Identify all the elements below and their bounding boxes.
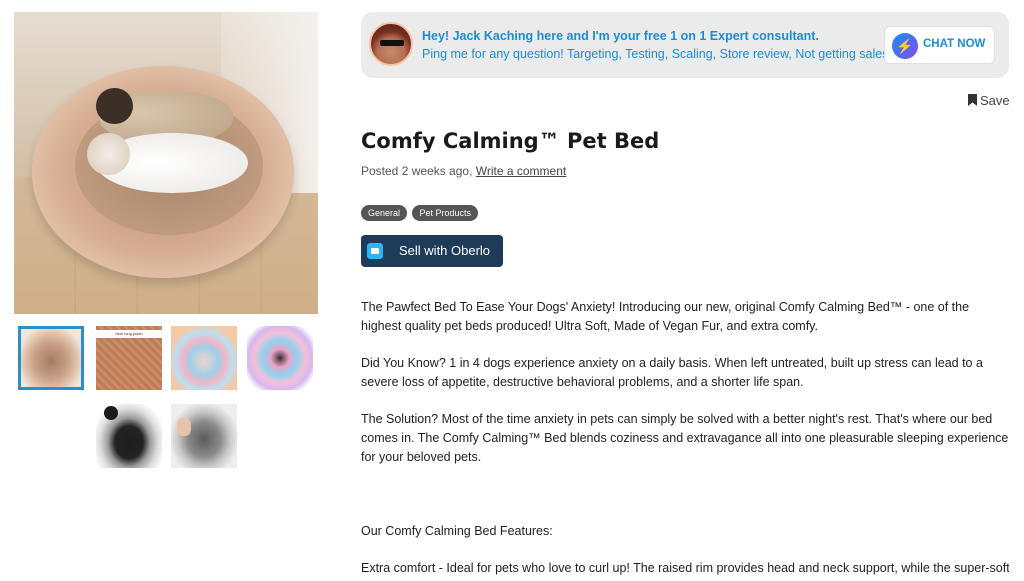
thumbnail-ball <box>104 406 118 420</box>
save-label: Save <box>980 93 1010 108</box>
posted-line: Posted 2 weeks ago, Write a comment <box>361 164 566 178</box>
product-title: Comfy Calming™ Pet Bed <box>361 129 660 153</box>
cat-face <box>86 132 130 176</box>
description-paragraph-1: The Pawfect Bed To Ease Your Dogs' Anxie… <box>361 300 970 333</box>
posted-text: Posted 2 weeks ago, <box>361 164 476 178</box>
oberlo-icon <box>367 243 383 259</box>
sell-with-oberlo-button[interactable]: Sell with Oberlo <box>361 235 503 267</box>
pug-face <box>96 87 133 124</box>
thumbnail-3[interactable] <box>171 326 237 390</box>
chat-now-label: CHAT NOW <box>923 38 986 50</box>
thumbnail-1[interactable] <box>18 326 84 390</box>
chat-now-button[interactable]: ⚡ CHAT NOW <box>884 26 995 64</box>
banner-subline: Ping me for any question! Targeting, Tes… <box>422 47 896 61</box>
banner-headline: Hey! Jack Kaching here and I'm your free… <box>422 29 819 43</box>
consultant-banner: Hey! Jack Kaching here and I'm your free… <box>361 12 1009 78</box>
thumbnail-6[interactable] <box>171 404 237 468</box>
features-extra-comfort: Extra comfort - Ideal for pets who love … <box>361 561 1009 575</box>
features-heading: Our Comfy Calming Bed Features: <box>361 524 553 538</box>
thumbnail-2[interactable]: Item long plush <box>96 326 162 390</box>
thumbnail-hand <box>177 418 191 436</box>
description-paragraph-3: The Solution? Most of the time anxiety i… <box>361 412 1009 464</box>
avatar <box>369 22 413 66</box>
write-comment-link[interactable]: Write a comment <box>476 164 566 178</box>
save-button[interactable]: Save <box>968 93 1010 108</box>
tag-general[interactable]: General <box>361 205 408 221</box>
product-main-image[interactable] <box>14 12 318 314</box>
oberlo-label: Sell with Oberlo <box>399 243 491 258</box>
product-description: The Pawfect Bed To Ease Your Dogs' Anxie… <box>361 298 1009 485</box>
tag-pet-products[interactable]: Pet Products <box>412 205 479 221</box>
description-paragraph-2: Did You Know? 1 in 4 dogs experience anx… <box>361 356 983 389</box>
tag-list: General Pet Products <box>361 203 479 221</box>
thumbnail-4[interactable] <box>247 326 313 390</box>
thumbnail-caption: Item long plush <box>96 330 162 338</box>
thumbnail-5[interactable] <box>96 404 162 468</box>
messenger-icon: ⚡ <box>892 33 918 59</box>
bookmark-icon <box>968 94 977 106</box>
